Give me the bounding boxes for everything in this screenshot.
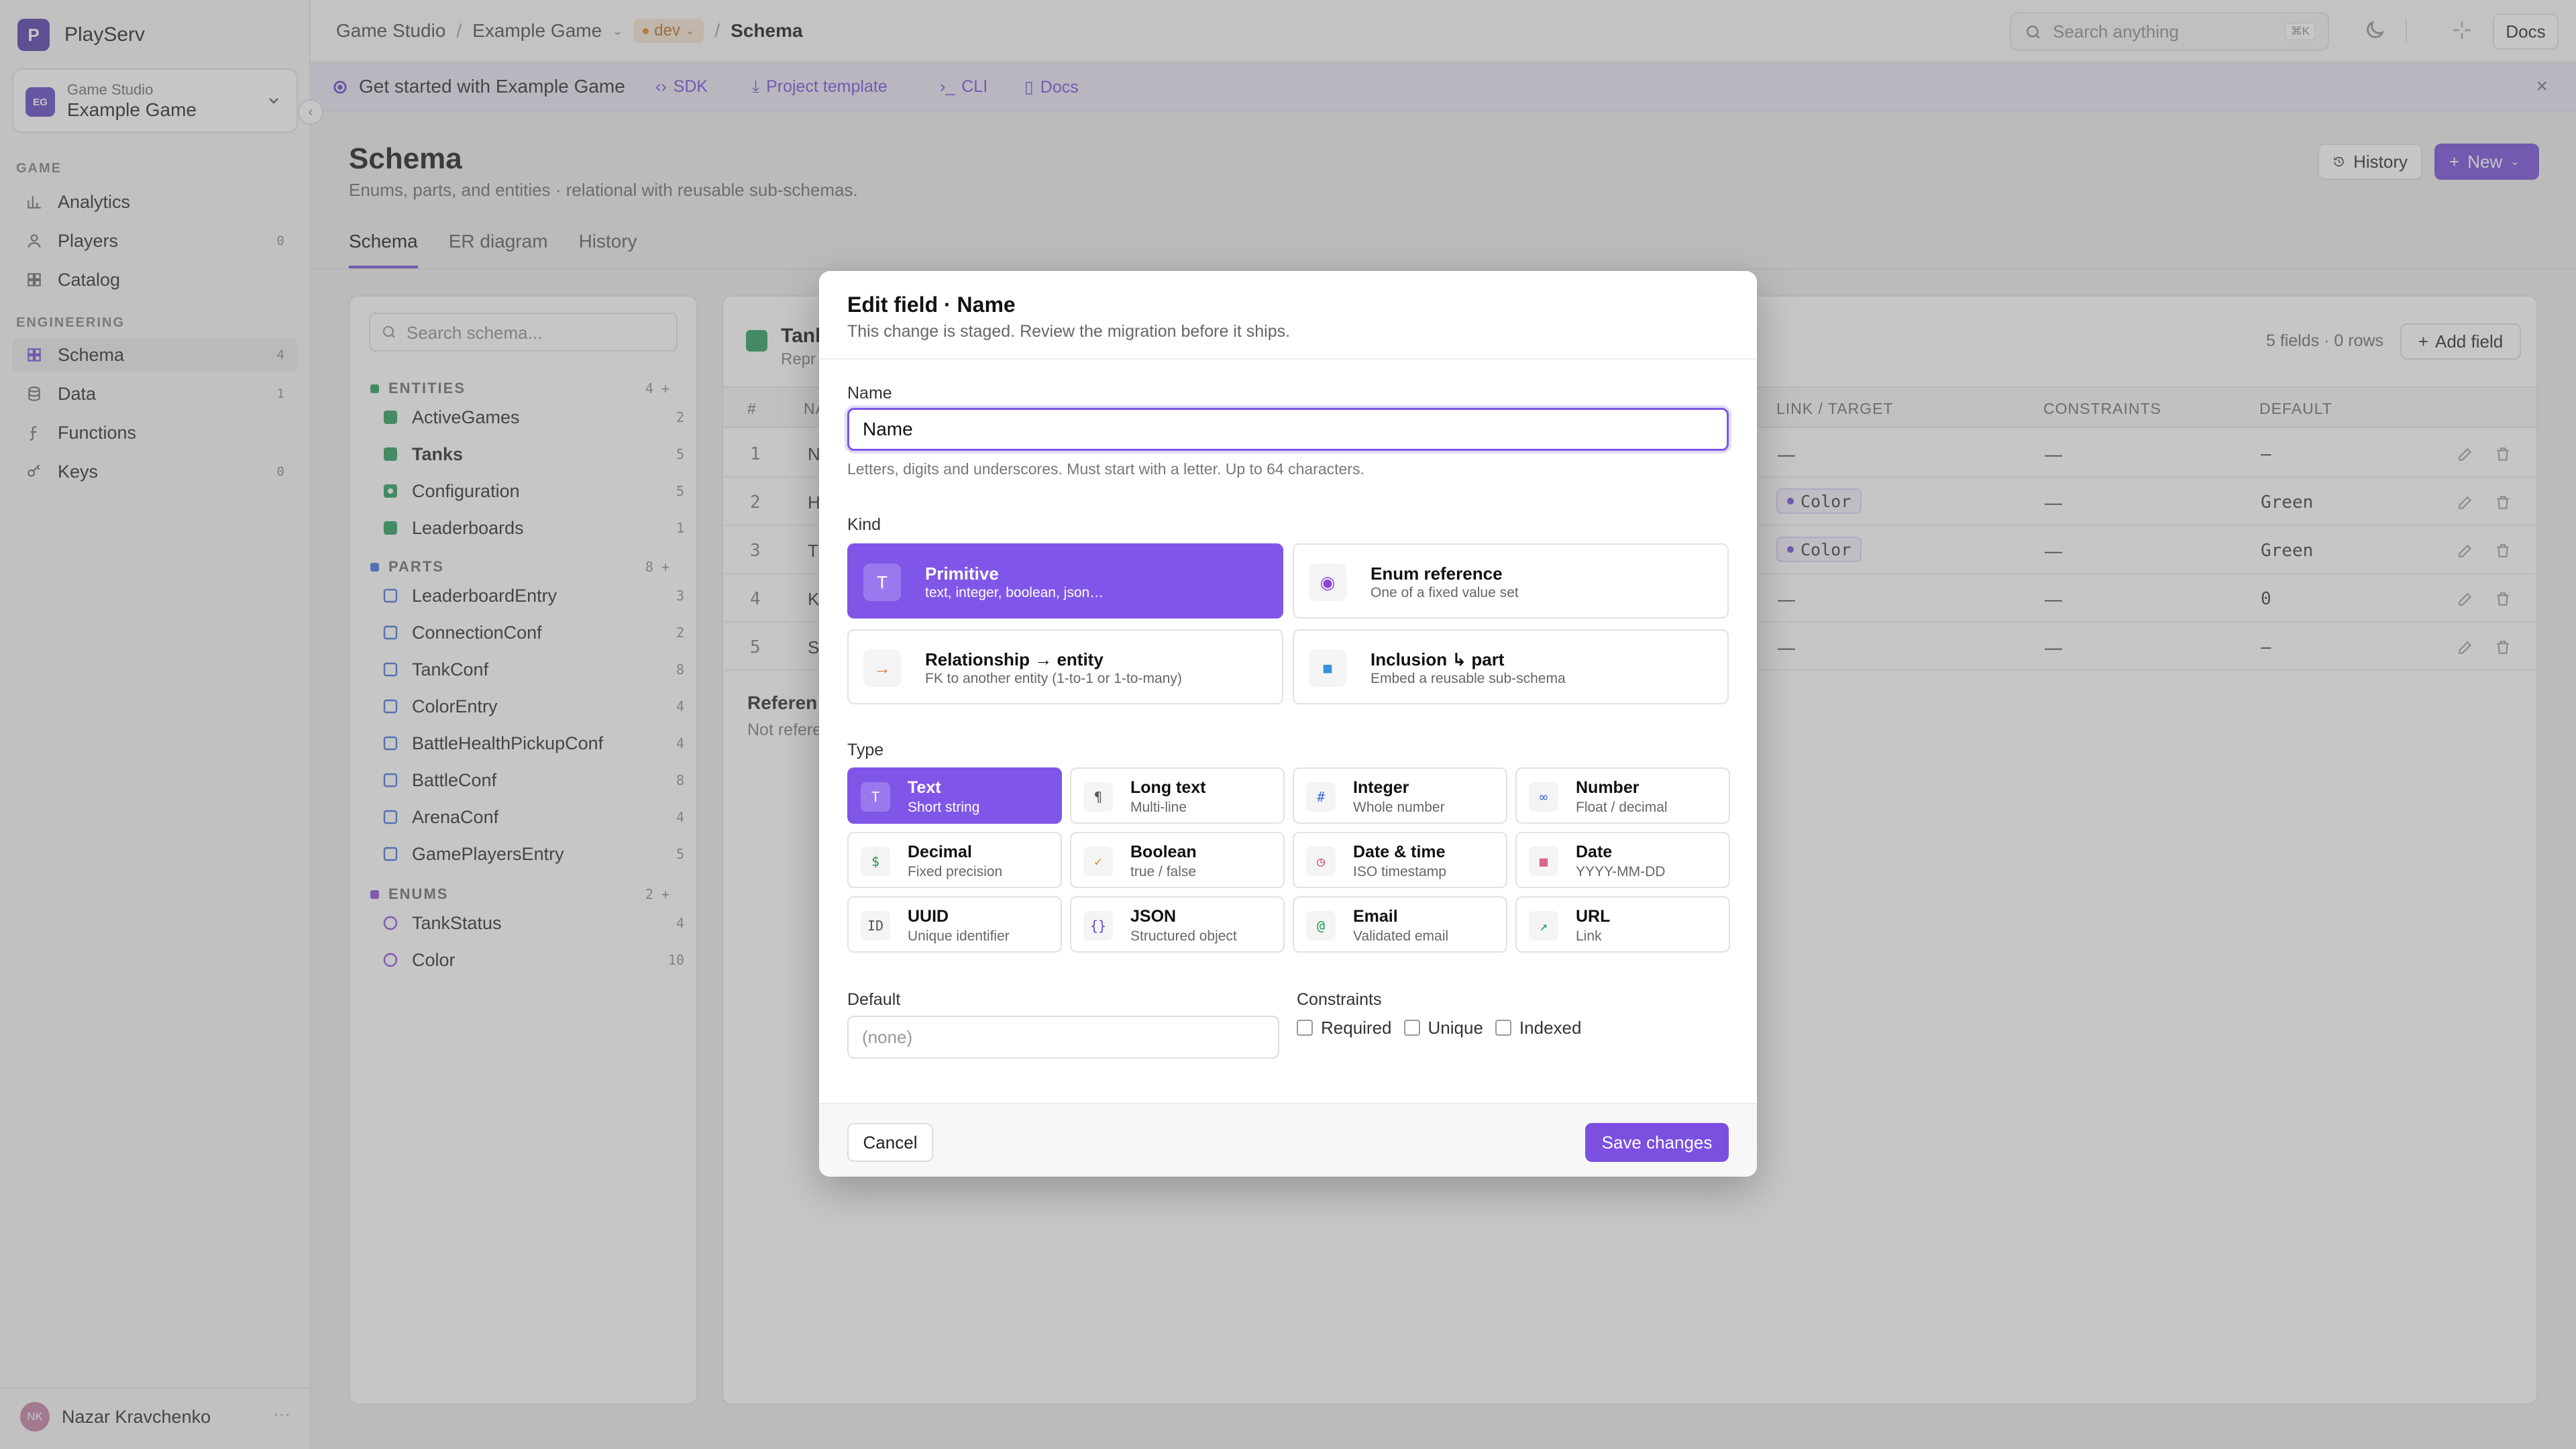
- text-icon: T: [863, 564, 901, 601]
- kind-description: FK to another entity (1-to-1 or 1-to-man…: [925, 671, 1182, 686]
- required-checkbox[interactable]: Required: [1297, 1018, 1392, 1038]
- name-help-text: Letters, digits and underscores. Must st…: [847, 460, 1364, 478]
- kind-option[interactable]: ■ Inclusion ↳ part Embed a reusable sub-sc…: [1293, 629, 1729, 704]
- kind-title: Relationship → entity: [925, 649, 1104, 669]
- type-title: Email: [1353, 907, 1398, 926]
- type-title: Boolean: [1130, 843, 1197, 861]
- type-title: Number: [1576, 778, 1640, 797]
- type-option[interactable]: {} JSON Structured object: [1070, 896, 1285, 953]
- dollar-icon: $: [861, 847, 890, 876]
- type-option[interactable]: ↗ URL Link: [1515, 896, 1730, 953]
- type-description: Float / decimal: [1576, 800, 1668, 815]
- default-label: Default: [847, 990, 901, 1009]
- field-name-input[interactable]: [847, 408, 1729, 451]
- type-option[interactable]: ∞ Number Float / decimal: [1515, 767, 1730, 824]
- type-option[interactable]: ▦ Date YYYY-MM-DD: [1515, 832, 1730, 888]
- check-icon: ✓: [1083, 847, 1113, 876]
- kind-description: text, integer, boolean, json…: [925, 585, 1104, 600]
- text-icon: T: [861, 782, 890, 812]
- type-option[interactable]: # Integer Whole number: [1293, 767, 1507, 824]
- kind-title: Primitive: [925, 564, 999, 584]
- number-icon: ∞: [1529, 782, 1558, 812]
- kind-title: Inclusion ↳ part: [1371, 649, 1505, 669]
- divider: [819, 358, 1757, 360]
- kind-description: One of a fixed value set: [1371, 585, 1519, 600]
- type-option[interactable]: $ Decimal Fixed precision: [847, 832, 1062, 888]
- checkbox-label: Required: [1321, 1017, 1392, 1038]
- braces-icon: {}: [1083, 911, 1113, 941]
- unique-checkbox[interactable]: Unique: [1403, 1017, 1483, 1038]
- enum-icon: ◉: [1309, 564, 1346, 601]
- default-value-input[interactable]: [847, 1016, 1279, 1059]
- paragraph-icon: ¶: [1083, 782, 1113, 812]
- kind-description: Embed a reusable sub-schema: [1371, 671, 1566, 686]
- type-description: Short string: [908, 800, 980, 815]
- dialog-footer: Cancel Save changes: [819, 1103, 1757, 1177]
- dialog-title: Edit field · Name: [847, 292, 1016, 317]
- kind-option[interactable]: T Primitive text, integer, boolean, json…: [847, 543, 1283, 619]
- constraints-label: Constraints: [1297, 990, 1382, 1009]
- clock-icon: ◷: [1306, 847, 1336, 876]
- kind-option[interactable]: → Relationship → entity FK to another enti…: [847, 629, 1283, 704]
- name-label: Name: [847, 384, 892, 402]
- checkbox-label: Indexed: [1519, 1017, 1582, 1038]
- indexed-checkbox[interactable]: Indexed: [1495, 1017, 1582, 1038]
- calendar-icon: ▦: [1529, 847, 1558, 876]
- at-icon: @: [1306, 911, 1336, 941]
- kind-title: Enum reference: [1371, 564, 1503, 584]
- checkbox-box[interactable]: [1297, 1020, 1313, 1036]
- type-option[interactable]: ✓ Boolean true / false: [1070, 832, 1285, 888]
- type-description: Structured object: [1130, 928, 1237, 944]
- type-title: UUID: [908, 907, 949, 926]
- type-title: JSON: [1130, 907, 1177, 926]
- checkbox-label: Unique: [1428, 1017, 1483, 1038]
- type-description: true / false: [1130, 864, 1197, 879]
- part-icon: ■: [1309, 649, 1346, 687]
- cancel-button[interactable]: Cancel: [847, 1123, 933, 1162]
- type-option[interactable]: ¶ Long text Multi-line: [1070, 767, 1285, 824]
- type-option[interactable]: ID UUID Unique identifier: [847, 896, 1062, 953]
- type-title: Long text: [1130, 778, 1206, 797]
- type-description: YYYY-MM-DD: [1576, 864, 1666, 879]
- type-description: Whole number: [1353, 800, 1445, 815]
- id-icon: ID: [861, 911, 890, 941]
- edit-field-dialog: Edit field · Name This change is staged.…: [819, 271, 1757, 1177]
- type-description: Fixed precision: [908, 864, 1003, 879]
- type-title: Decimal: [908, 843, 972, 861]
- type-description: Validated email: [1353, 928, 1449, 944]
- type-description: ISO timestamp: [1353, 864, 1446, 879]
- type-title: URL: [1576, 907, 1611, 926]
- checkbox-box[interactable]: [1403, 1020, 1420, 1036]
- constraints-group: Required Unique Indexed: [1297, 1014, 1581, 1041]
- type-option[interactable]: T Text Short string: [847, 767, 1062, 824]
- dialog-subtitle: This change is staged. Review the migrat…: [847, 322, 1291, 341]
- type-label: Type: [847, 741, 884, 759]
- type-title: Date & time: [1353, 843, 1446, 861]
- kind-option[interactable]: ◉ Enum reference One of a fixed value set: [1293, 543, 1729, 619]
- arrow-right-icon: →: [863, 649, 901, 687]
- type-title: Integer: [1353, 778, 1409, 797]
- type-description: Multi-line: [1130, 800, 1187, 815]
- checkbox-box[interactable]: [1495, 1020, 1511, 1036]
- hash-icon: #: [1306, 782, 1336, 812]
- type-description: Link: [1576, 928, 1602, 944]
- kind-label: Kind: [847, 515, 881, 534]
- save-changes-button[interactable]: Save changes: [1585, 1123, 1729, 1162]
- type-description: Unique identifier: [908, 928, 1010, 944]
- type-option[interactable]: ◷ Date & time ISO timestamp: [1293, 832, 1507, 888]
- type-title: Text: [908, 778, 941, 797]
- type-title: Date: [1576, 843, 1613, 861]
- link-icon: ↗: [1529, 911, 1558, 941]
- type-option[interactable]: @ Email Validated email: [1293, 896, 1507, 953]
